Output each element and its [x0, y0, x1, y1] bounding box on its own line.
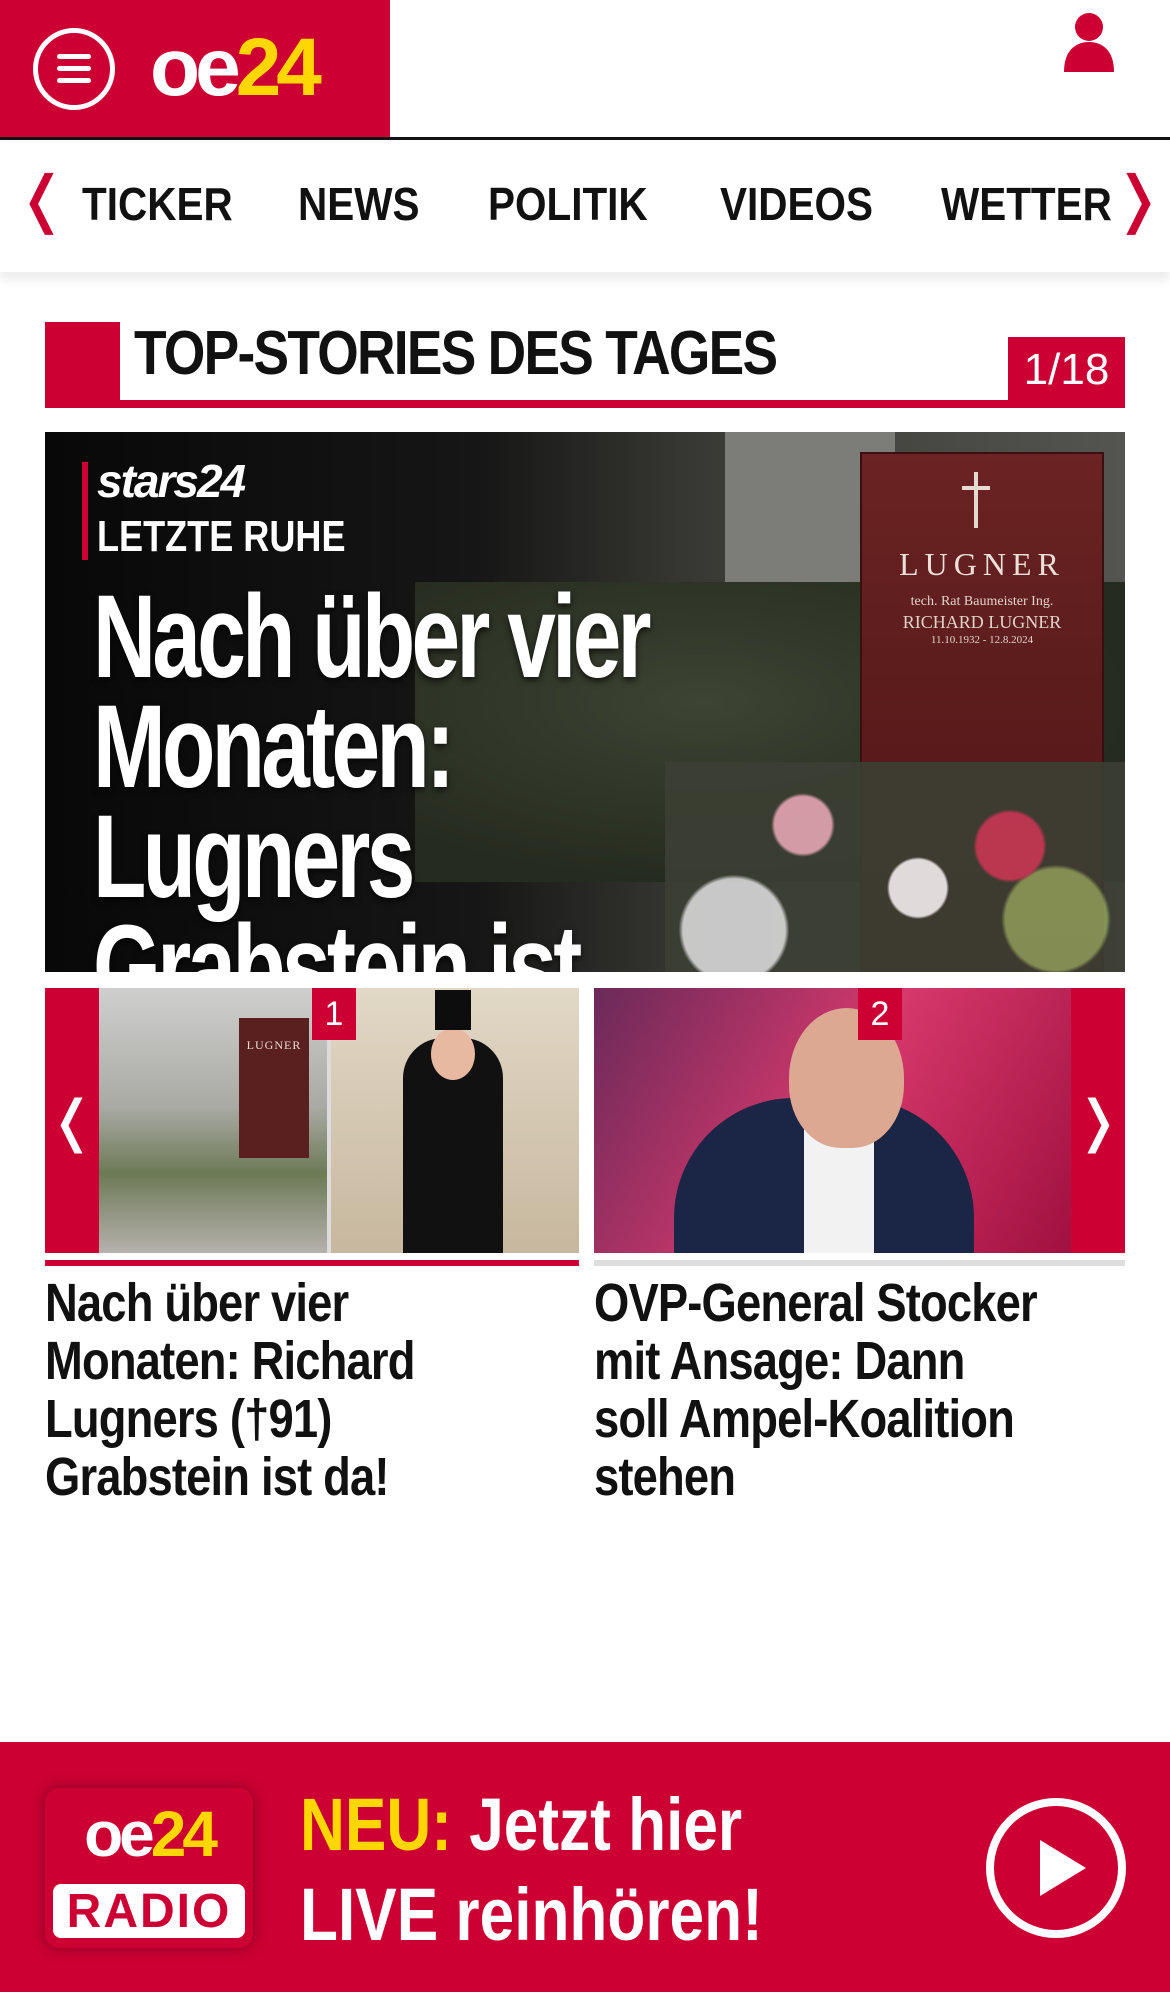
hero-brand: stars24: [97, 455, 246, 507]
hero-photo-flowers: [665, 762, 1125, 972]
nav-prev-arrow-icon[interactable]: ❬: [16, 169, 68, 231]
radio-logo: oe24 RADIO: [45, 1788, 253, 1948]
active-indicator: [45, 1260, 579, 1266]
nav-item-videos[interactable]: VIDEOS: [720, 178, 873, 230]
hero-story[interactable]: LUGNER tech. Rat Baumeister Ing. RICHARD…: [45, 432, 1125, 972]
hero-kicker: LETZTE RUHE: [97, 512, 346, 561]
site-logo[interactable]: oe24: [150, 18, 322, 118]
story-headline-1[interactable]: Nach über vier Monaten: Richard Lugners …: [45, 1274, 490, 1506]
radio-promo-text: NEU: Jetzt hier LIVE reinhören!: [300, 1783, 763, 1956]
story-thumb-2[interactable]: [594, 988, 1072, 1253]
section-title: TOP-STORIES DES TAGES: [134, 319, 778, 388]
user-icon[interactable]: [1062, 12, 1116, 72]
play-icon[interactable]: [986, 1798, 1126, 1938]
hero-accent-bar: [82, 462, 88, 560]
carousel-next-icon[interactable]: ❭: [1071, 988, 1125, 1253]
nav-item-ticker[interactable]: TICKER: [82, 178, 233, 230]
carousel-prev-icon[interactable]: ❬: [45, 988, 99, 1253]
gravestone-fullname: RICHARD LUGNER: [902, 612, 1062, 632]
story-number-badge: 2: [858, 988, 902, 1040]
nav-next-arrow-icon[interactable]: ❭: [1112, 169, 1164, 231]
radio-banner[interactable]: oe24 RADIO NEU: Jetzt hier LIVE reinhöre…: [0, 1742, 1170, 1992]
slide-counter: 1/18: [1008, 337, 1125, 401]
gravestone-thumb: LUGNER: [239, 1018, 309, 1158]
site-header: oe24: [0, 0, 1170, 140]
story-number-badge: 1: [312, 988, 356, 1040]
main-nav: ❬ TICKER NEWS POLITIK VIDEOS WETTER ❭: [0, 140, 1170, 272]
hero-headline[interactable]: Nach über vier Monaten: Lugners Grabstei…: [93, 578, 700, 972]
section-accent: [45, 322, 120, 408]
section-underline: [45, 400, 1125, 408]
top-hat: [435, 990, 471, 1030]
gravestone-dates: 11.10.1932 - 12.8.2024: [930, 634, 1034, 646]
logo-block: oe24: [0, 0, 390, 137]
nav-item-wetter[interactable]: WETTER: [941, 178, 1112, 230]
nav-item-politik[interactable]: POLITIK: [488, 178, 648, 230]
gravestone-name: LUGNER: [899, 546, 1065, 582]
cross-icon: [974, 472, 978, 528]
gravestone-title: tech. Rat Baumeister Ing.: [910, 594, 1054, 609]
nav-item-news[interactable]: NEWS: [298, 178, 419, 230]
story-headline-2[interactable]: OVP-General Stocker mit Ansage: Dann sol…: [594, 1274, 1039, 1506]
hamburger-menu-icon[interactable]: [33, 28, 115, 110]
inactive-indicator: [594, 1260, 1125, 1266]
